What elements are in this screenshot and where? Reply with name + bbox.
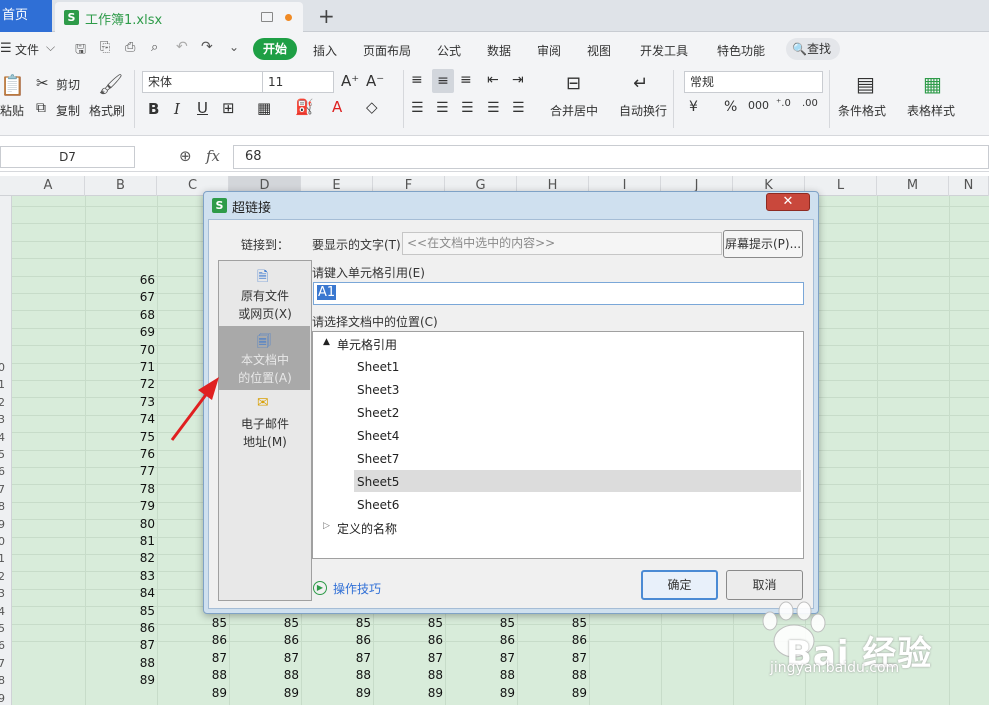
watermark-url: jingyan.baidu.com — [770, 660, 900, 676]
